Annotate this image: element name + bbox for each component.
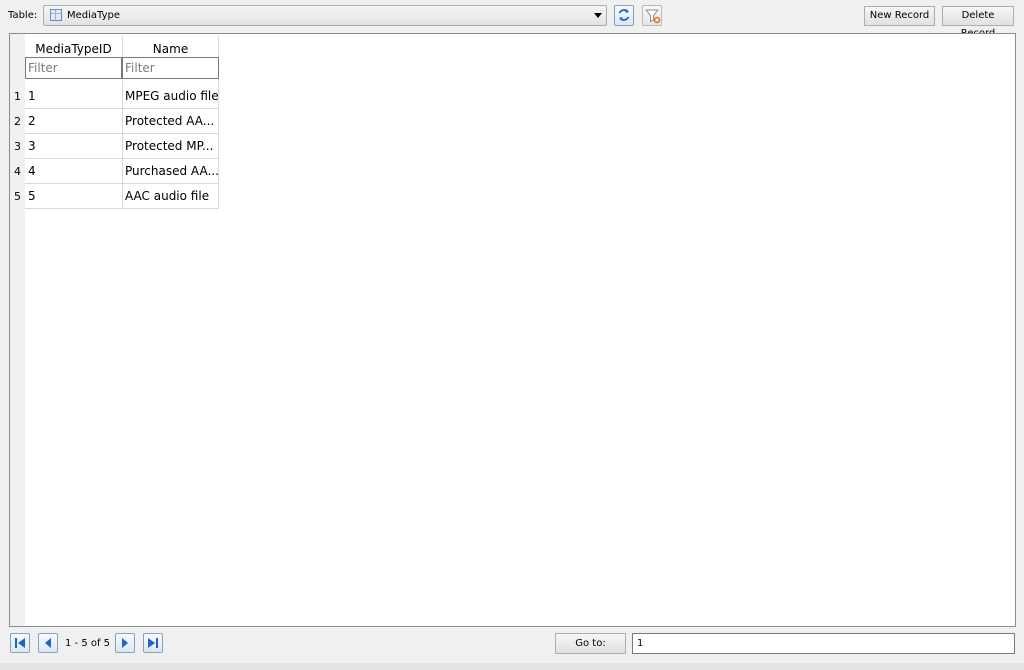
clear-filter-button[interactable] <box>642 5 662 26</box>
table-cell[interactable]: Protected AA... <box>122 109 219 134</box>
goto-input[interactable]: 1 <box>632 633 1015 654</box>
last-page-button[interactable] <box>143 633 163 653</box>
selected-table-name: MediaType <box>67 10 121 21</box>
row-number[interactable]: 1 <box>10 84 25 109</box>
previous-page-button[interactable] <box>38 633 58 653</box>
table-cell[interactable]: AAC audio file <box>122 184 219 209</box>
data-grid[interactable]: MediaTypeID Name Filter Filter 1 1 MPEG … <box>9 33 1016 627</box>
page-info: 1 - 5 of 5 <box>65 638 111 649</box>
last-page-icon <box>148 638 158 648</box>
table-cell[interactable]: 1 <box>25 84 122 109</box>
table-cell[interactable]: Protected MP... <box>122 134 219 159</box>
delete-record-button[interactable]: Delete Record <box>942 6 1014 39</box>
table-select[interactable]: MediaType <box>43 5 607 26</box>
column-header-name[interactable]: Name <box>122 37 219 57</box>
filter-input-name[interactable]: Filter <box>122 57 219 79</box>
next-page-icon <box>122 638 128 648</box>
next-page-button[interactable] <box>115 633 135 653</box>
grid-corner[interactable] <box>10 34 25 84</box>
filter-input-mediatypeid[interactable]: Filter <box>25 57 122 79</box>
row-number[interactable]: 2 <box>10 109 25 134</box>
table-cell[interactable]: Purchased AA... <box>122 159 219 184</box>
table-icon <box>50 9 62 21</box>
table-label: Table: <box>8 10 38 21</box>
table-cell[interactable]: 4 <box>25 159 122 184</box>
table-cell[interactable]: 5 <box>25 184 122 209</box>
status-strip <box>0 663 1024 670</box>
row-number[interactable]: 4 <box>10 159 25 184</box>
first-page-icon <box>15 638 25 648</box>
column-header-mediatypeid[interactable]: MediaTypeID <box>25 37 122 57</box>
row-divider <box>25 208 219 209</box>
refresh-button[interactable] <box>614 5 634 26</box>
browse-data-toolbar: Table: MediaType New Record Delete Recor… <box>0 0 1024 39</box>
refresh-icon <box>618 9 630 21</box>
previous-page-icon <box>45 638 51 648</box>
table-cell[interactable]: 3 <box>25 134 122 159</box>
chevron-down-icon[interactable] <box>594 13 602 18</box>
table-cell[interactable]: 2 <box>25 109 122 134</box>
row-number[interactable]: 5 <box>10 184 25 209</box>
clear-filter-icon <box>645 9 661 24</box>
first-page-button[interactable] <box>10 633 30 653</box>
new-record-button[interactable]: New Record <box>864 6 935 26</box>
row-number[interactable]: 3 <box>10 134 25 159</box>
goto-button[interactable]: Go to: <box>555 633 626 654</box>
table-cell[interactable]: MPEG audio file <box>122 84 219 109</box>
